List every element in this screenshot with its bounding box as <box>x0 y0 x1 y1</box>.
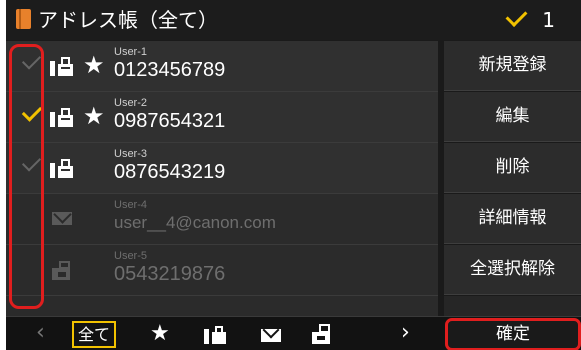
filter-all-button[interactable]: 全て <box>72 321 116 348</box>
fax-icon <box>50 57 76 77</box>
selected-count-value: 1 <box>542 8 555 32</box>
entry-destination: 0876543219 <box>114 161 226 183</box>
entry-destination: user__4@canon.com <box>114 213 276 232</box>
address-book-icon <box>16 9 31 29</box>
mail-icon <box>52 212 72 225</box>
entry-name: User-2 <box>114 97 148 109</box>
star-icon: ★ <box>83 102 105 130</box>
prev-page-icon[interactable]: ‹ <box>36 319 45 347</box>
delete-button[interactable]: 削除 <box>444 143 581 193</box>
page-title: アドレス帳（全て） <box>38 8 218 32</box>
address-book-screen: アドレス帳（全て） 1 ★ User-1 0123456789 ★ User-2… <box>6 0 581 350</box>
filter-bar: ‹ 全て ★ › 確定 <box>6 316 581 350</box>
header: アドレス帳（全て） 1 <box>6 0 581 40</box>
entry-destination: 0123456789 <box>114 59 226 81</box>
list-item[interactable]: ★ User-1 0123456789 <box>6 41 438 92</box>
entry-destination: 0987654321 <box>114 110 226 132</box>
list-item: User-4 user__4@canon.com <box>6 194 438 245</box>
filter-mail-icon[interactable] <box>261 329 281 342</box>
filter-group-icon[interactable] <box>312 323 336 345</box>
deselect-all-button[interactable]: 全選択解除 <box>444 245 581 295</box>
checkbox-column-highlight <box>9 44 44 309</box>
details-button[interactable]: 詳細情報 <box>444 194 581 244</box>
entry-name: User-3 <box>114 148 148 160</box>
empty-slot <box>444 296 581 316</box>
list-item: User-5 0543219876 <box>6 245 438 296</box>
list-item[interactable]: User-3 0876543219 <box>6 143 438 194</box>
group-icon <box>52 259 74 281</box>
checkmark-icon <box>505 5 528 27</box>
filter-favorites-star-icon[interactable]: ★ <box>150 320 170 348</box>
selected-count: 1 <box>505 5 555 35</box>
fax-icon <box>50 159 76 179</box>
entry-destination: 0543219876 <box>114 263 226 285</box>
entry-name: User-4 <box>114 199 148 211</box>
entry-name: User-5 <box>114 250 148 262</box>
entry-name: User-1 <box>114 46 148 58</box>
register-button[interactable]: 新規登録 <box>444 41 581 91</box>
fax-icon <box>50 108 76 128</box>
list-item <box>6 296 438 316</box>
star-icon: ★ <box>83 51 105 79</box>
next-page-icon[interactable]: › <box>401 319 410 347</box>
list-item[interactable]: ★ User-2 0987654321 <box>6 92 438 143</box>
filter-fax-icon[interactable] <box>204 326 228 344</box>
confirm-button[interactable]: 確定 <box>445 318 581 350</box>
edit-button[interactable]: 編集 <box>444 92 581 142</box>
